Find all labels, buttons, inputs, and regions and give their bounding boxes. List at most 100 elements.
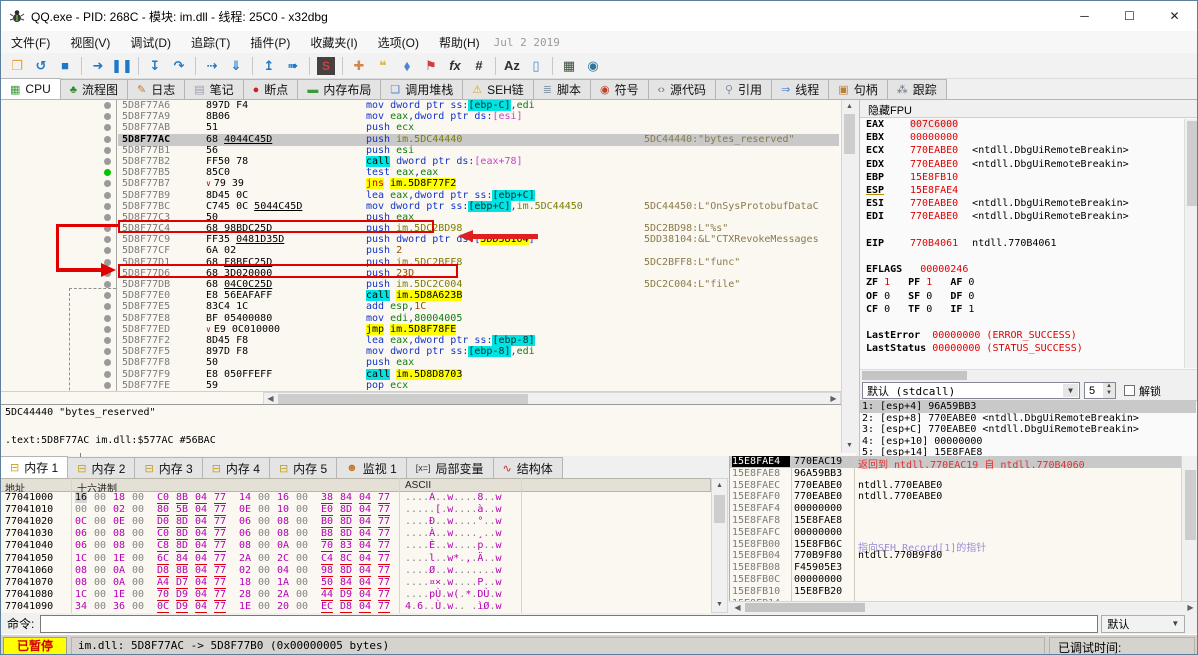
register-row[interactable]: EBX 00000000: [866, 132, 1182, 145]
breakpoint-dot[interactable]: [104, 100, 111, 112]
disasm-row[interactable]: 5D8F77F2 8D45 F8 lea eax,dword ptr ss:[ebp…: [1, 334, 841, 347]
tab-结构体[interactable]: ∿ 结构体: [492, 457, 563, 478]
tab-符号[interactable]: ◉ 符号: [590, 79, 649, 99]
tab-断点[interactable]: ● 断点: [242, 79, 299, 99]
stack-hscrollbar[interactable]: ◀ ▶: [729, 601, 1197, 613]
restart-icon[interactable]: ↺: [29, 55, 53, 77]
disassembly-vscrollbar[interactable]: ▲ ▼: [841, 100, 856, 453]
highlight-mode-icon[interactable]: Az: [500, 55, 524, 77]
calling-convention-select[interactable]: 默认 (stdcall) ▼: [862, 382, 1080, 399]
flag-name[interactable]: TF: [908, 304, 926, 315]
call-argument-row[interactable]: 3: [esp+C] 770EABE0 <ntdll.DbgUiRemoteBr…: [862, 424, 1182, 436]
breakpoint-dot[interactable]: [104, 201, 111, 213]
argument-count-stepper[interactable]: 5 ▲ ▼: [1084, 382, 1116, 399]
execute-till-return-icon[interactable]: ⇢: [200, 55, 224, 77]
register-value[interactable]: 15E8FAE4: [910, 185, 958, 196]
close-debuggee-icon[interactable]: ■: [53, 55, 77, 77]
bookmarks-icon[interactable]: ⚑: [419, 55, 443, 77]
stack-row[interactable]: 15E8FAFC 00000000: [730, 527, 1181, 539]
open-file-icon[interactable]: ❐: [5, 55, 29, 77]
flag-name[interactable]: CF: [866, 304, 884, 315]
memory-row[interactable]: 77041050 1C 00 1E 00 6C 84 04 77 2A 00 2C 00 C4 8C 04 77…: [1, 553, 711, 565]
breakpoint-dot[interactable]: [104, 313, 111, 325]
stack-row[interactable]: 15E8FAF4 00000000: [730, 503, 1181, 515]
flag-name[interactable]: AF: [950, 277, 968, 288]
breakpoint-dot[interactable]: [104, 178, 111, 190]
register-row[interactable]: ESI 770EABE0 <ntdll.DbgUiRemoteBreakin>: [866, 198, 1182, 211]
stack-row[interactable]: 15E8FB10 15E8FB20: [730, 586, 1181, 598]
breakpoint-dot[interactable]: [104, 190, 111, 202]
register-value[interactable]: 00000000: [910, 132, 958, 143]
memory-row[interactable]: 77041040 06 00 08 00 C8 8D 04 77 08 00 0A 00 70 83 04 77…: [1, 540, 711, 553]
breakpoint-dot[interactable]: [104, 145, 111, 157]
breakpoint-dot[interactable]: [104, 234, 111, 246]
pause-icon[interactable]: ❚❚: [110, 55, 134, 77]
tab-内存4[interactable]: ⊟ 内存 4: [201, 457, 270, 478]
disasm-row[interactable]: 5D8F77C3 50 push eax: [1, 212, 841, 224]
register-row[interactable]: ECX 770EABE0 <ntdll.DbgUiRemoteBreakin>: [866, 145, 1182, 158]
register-value[interactable]: 770EABE0: [910, 211, 958, 222]
disasm-row[interactable]: 5D8F77AC 68 4044C45D push im.5DC44440 5DC44…: [1, 133, 841, 146]
disasm-row[interactable]: 5D8F77B7 ∨ 79 39 jns im.5D8F77F2: [1, 178, 841, 190]
register-row[interactable]: EDI 770EABE0 <ntdll.DbgUiRemoteBreakin>: [866, 211, 1182, 224]
tab-seh链[interactable]: ⚠ SEH链: [462, 79, 534, 99]
registers-hscrollbar[interactable]: [860, 369, 1197, 381]
breakpoint-dot[interactable]: [104, 268, 111, 280]
breakpoint-dot[interactable]: [104, 380, 111, 391]
menu-item[interactable]: 帮助(H): [429, 34, 490, 51]
tab-cpu[interactable]: ▦ CPU: [1, 78, 61, 99]
tab-内存3[interactable]: ⊟ 内存 3: [134, 457, 203, 478]
tab-句柄[interactable]: ▣ 句柄: [828, 79, 888, 99]
scylla-plugin-icon[interactable]: S: [317, 56, 335, 75]
flag-name[interactable]: OF: [866, 291, 884, 302]
disasm-row[interactable]: 5D8F77FE 59 pop ecx: [1, 380, 841, 391]
memory-row[interactable]: 77041030 06 00 08 00 C0 8D 04 77 06 00 08 00 B8 8D 04 77…: [1, 528, 711, 541]
tab-笔记[interactable]: ▤ 笔记: [184, 79, 244, 99]
tab-调用堆栈[interactable]: ❏ 调用堆栈: [380, 79, 464, 99]
memory-row[interactable]: 77041090 34 00 36 00 0C D9 04 77 1E 00 20 00 EC D8 04 77…: [1, 601, 711, 613]
register-value[interactable]: 007C6000: [910, 119, 959, 130]
registers-vscrollbar[interactable]: [1184, 119, 1197, 368]
memory-row[interactable]: 77041000 16 00 18 00 C0 8B 04 77 14 00 16 00 38 84 04 77…: [1, 492, 711, 504]
hide-fpu-button[interactable]: 隐藏FPU: [860, 100, 1197, 118]
step-into-icon[interactable]: ↧: [143, 55, 167, 77]
stack-row[interactable]: 15E8FAE4 770EAC19 返回到 ntdll.770EAC19 自 ntd…: [730, 456, 1181, 471]
close-button[interactable]: ✕: [1152, 1, 1197, 31]
call-argument-row[interactable]: 1: [esp+4] 96A59BB3: [860, 401, 1196, 413]
breakpoint-dot[interactable]: [104, 357, 111, 369]
minimize-button[interactable]: ─: [1062, 1, 1107, 31]
stack-row[interactable]: 15E8FB04 770B9F80 ntdll.770B9F80: [730, 550, 1181, 562]
disasm-row[interactable]: 5D8F77AB 51 push ecx: [1, 122, 841, 134]
run-icon[interactable]: ➜: [86, 55, 110, 77]
register-row[interactable]: ESP 15E8FAE4: [866, 185, 1182, 198]
disasm-row[interactable]: 5D8F77E8 BF 05400080 mov edi,80004005: [1, 313, 841, 325]
breakpoint-dot[interactable]: [104, 301, 111, 313]
breakpoint-dot[interactable]: [104, 122, 111, 134]
memory-row[interactable]: 77041060 08 00 0A 00 D8 8B 04 77 02 00 04 00 98 8D 04 77…: [1, 565, 711, 577]
tab-监视1[interactable]: ☻ 监视 1: [336, 457, 407, 478]
stack-row[interactable]: 15E8FAEC 770EABE0 ntdll.770EABE0: [730, 480, 1181, 492]
disasm-row[interactable]: 5D8F77A6 897D F4 mov dword ptr ss:[ebp-C],…: [1, 100, 841, 112]
disasm-row[interactable]: 5D8F77F8 50 push eax: [1, 357, 841, 369]
breakpoint-dot[interactable]: [104, 346, 111, 358]
register-row[interactable]: EIP 770B4061 ntdll.770B4061: [866, 238, 1182, 251]
flag-name[interactable]: DF: [950, 291, 968, 302]
register-value[interactable]: 770EABE0: [910, 198, 958, 209]
stack-row[interactable]: 15E8FAF0 770EABE0 ntdll.770EABE0: [730, 491, 1181, 503]
maximize-button[interactable]: ☐: [1107, 1, 1152, 31]
register-value[interactable]: 770EABE0: [910, 159, 958, 170]
flag-name[interactable]: PF: [908, 277, 926, 288]
favourites-icon[interactable]: ◉: [581, 55, 605, 77]
tab-跟踪[interactable]: ⁂ 跟踪: [886, 79, 947, 99]
run-until-user-icon[interactable]: ➠: [281, 55, 305, 77]
command-script-type-select[interactable]: 默认 ▼: [1101, 614, 1186, 633]
functions-icon[interactable]: fx: [443, 55, 467, 77]
disasm-row[interactable]: 5D8F77E0 E8 56EAFAFF call im.5D8A623B: [1, 290, 841, 302]
disasm-row[interactable]: 5D8F77C9 FF35 0481D35D push dword ptr ds:[…: [1, 234, 841, 246]
stack-vscrollbar[interactable]: [1181, 456, 1197, 601]
stack-row[interactable]: 15E8FB00 15E8FB6C 指向SEH_Record[1]的指针: [730, 539, 1181, 554]
flag-name[interactable]: IF: [950, 304, 968, 315]
register-row[interactable]: EDX 770EABE0 <ntdll.DbgUiRemoteBreakin>: [866, 159, 1182, 172]
tab-脚本[interactable]: ≣ 脚本: [532, 79, 592, 99]
register-value[interactable]: 770EABE0: [910, 145, 958, 156]
